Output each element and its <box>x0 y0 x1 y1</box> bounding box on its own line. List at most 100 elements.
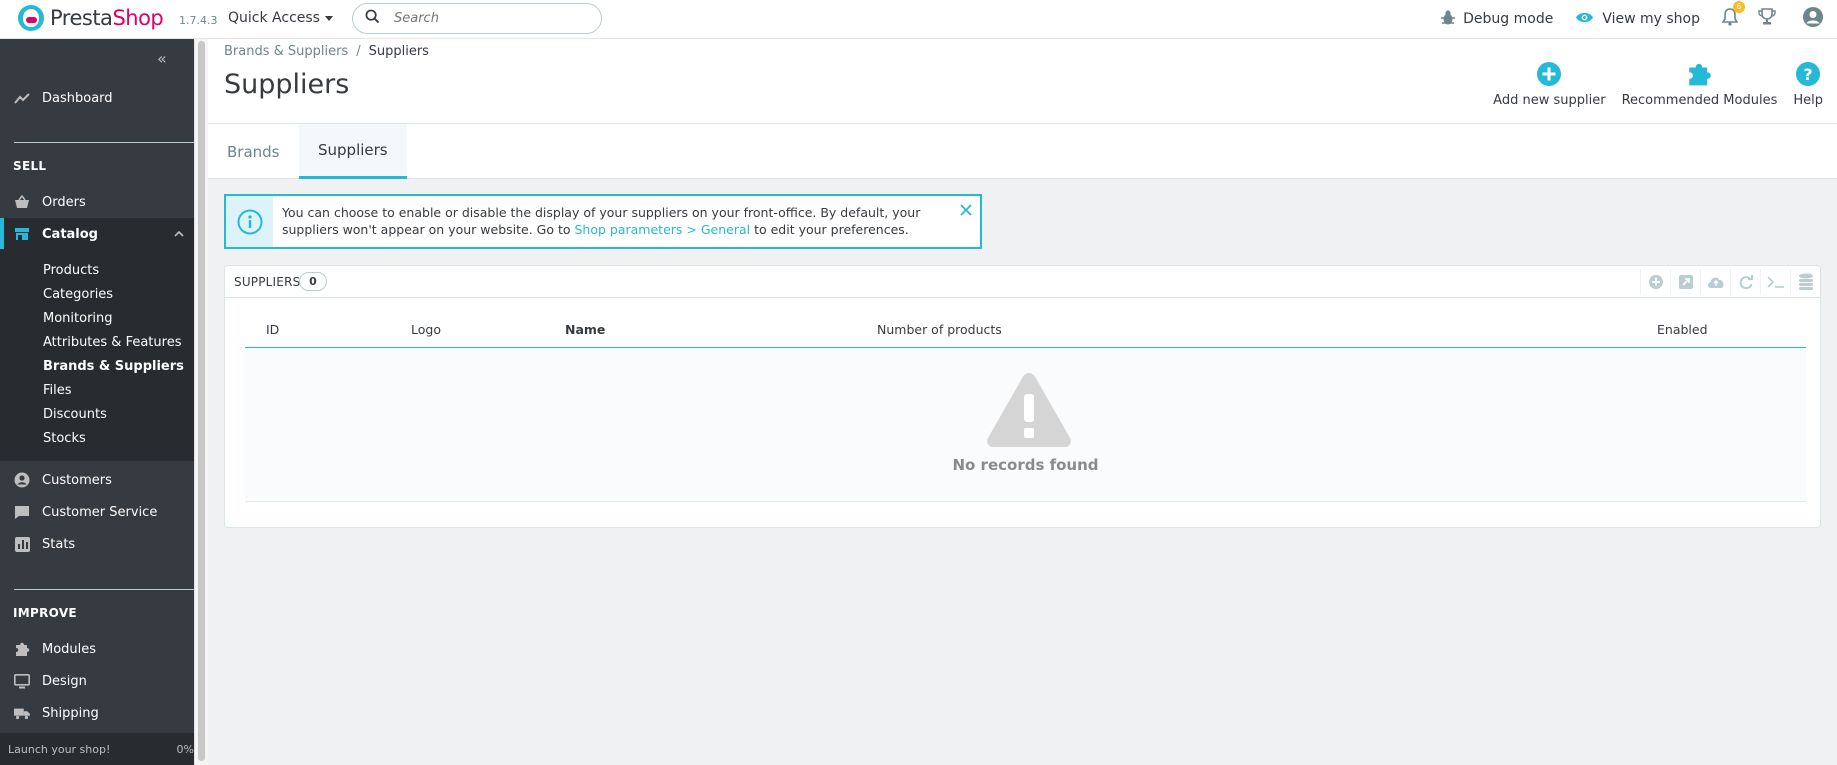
truck-icon <box>14 705 30 721</box>
notifications-button[interactable]: 6 <box>1721 1 1745 30</box>
sidebar-item-stats[interactable]: Stats <box>0 528 194 560</box>
collapse-sidebar-icon[interactable]: « <box>157 49 167 68</box>
help-circle-icon: ? <box>1795 61 1821 87</box>
breadcrumb-separator: / <box>356 44 361 59</box>
submenu-item-brands-suppliers[interactable]: Brands & Suppliers <box>43 359 184 374</box>
page-toolbar: Add new supplier Recommended Modules ? H… <box>1493 61 1837 108</box>
alert-message: You can choose to enable or disable the … <box>273 196 943 247</box>
sidebar-item-orders[interactable]: Orders <box>0 186 194 218</box>
header-right: Debug mode View my shop 6 <box>1441 0 1837 38</box>
view-shop-link[interactable]: View my shop <box>1575 11 1700 28</box>
section-title-sell: SELL <box>13 159 47 173</box>
sidebar-item-shipping[interactable]: Shipping <box>0 697 194 729</box>
search-input[interactable] <box>394 11 574 26</box>
sidebar-item-customer-service[interactable]: Customer Service <box>0 496 194 528</box>
sidebar-item-modules[interactable]: Modules <box>0 633 194 665</box>
chevron-up-icon[interactable] <box>174 226 184 240</box>
table-header: ID Logo Name Number of products Enabled <box>245 308 1806 348</box>
column-header-name[interactable]: Name <box>565 322 605 337</box>
sidebar-item-label: Modules <box>42 641 97 657</box>
suppliers-count-badge: 0 <box>299 272 327 291</box>
launch-shop-percent: 0% <box>176 743 194 756</box>
breadcrumb-parent-link[interactable]: Brands & Suppliers <box>224 44 348 59</box>
top-header: PrestaShop 1.7.4.3 Quick Access Debug mo… <box>0 0 1837 39</box>
submenu-item-products[interactable]: Products <box>43 263 99 278</box>
sidebar-item-label: Stats <box>42 536 76 552</box>
trophy-icon <box>1758 8 1776 30</box>
logo-text: PrestaShop <box>50 6 164 30</box>
cloud-upload-icon[interactable] <box>1700 269 1730 295</box>
trophy-button[interactable] <box>1758 8 1776 30</box>
view-shop-label: View my shop <box>1602 11 1700 27</box>
sidebar-item-catalog[interactable]: Catalog <box>0 218 194 250</box>
store-icon <box>14 226 30 242</box>
scrollbar-thumb[interactable] <box>198 41 205 761</box>
user-circle-icon <box>14 472 30 488</box>
help-label: Help <box>1793 93 1823 108</box>
page-title: Suppliers <box>224 69 350 100</box>
catalog-submenu: Products Categories Monitoring Attribute… <box>0 249 194 461</box>
sidebar-item-label: Design <box>42 673 87 689</box>
add-new-supplier-label: Add new supplier <box>1493 93 1606 108</box>
bug-icon <box>1441 10 1456 29</box>
svg-text:?: ? <box>1804 65 1813 84</box>
submenu-item-files[interactable]: Files <box>43 383 72 398</box>
puzzle-icon <box>1686 61 1712 87</box>
basket-icon <box>14 194 30 210</box>
sidebar-item-dashboard[interactable]: Dashboard <box>0 82 194 114</box>
search-box[interactable] <box>352 3 602 34</box>
version-label: 1.7.4.3 <box>179 14 218 27</box>
submenu-item-attributes[interactable]: Attributes & Features <box>43 335 181 350</box>
sidebar-divider <box>14 142 194 143</box>
sidebar-item-design[interactable]: Design <box>0 665 194 697</box>
column-header-products[interactable]: Number of products <box>877 322 1002 337</box>
column-header-enabled[interactable]: Enabled <box>1657 322 1708 337</box>
add-icon[interactable] <box>1640 269 1670 295</box>
submenu-item-monitoring[interactable]: Monitoring <box>43 311 113 326</box>
empty-records: No records found <box>245 348 1806 502</box>
export-icon[interactable] <box>1670 269 1700 295</box>
breadcrumb: Brands & Suppliers / Suppliers <box>224 44 429 59</box>
column-header-id[interactable]: ID <box>266 322 279 337</box>
tab-suppliers[interactable]: Suppliers <box>299 124 407 179</box>
info-alert: You can choose to enable or disable the … <box>224 194 982 249</box>
panel-heading: SUPPLIERS 0 <box>225 266 1820 298</box>
search-icon <box>365 9 380 28</box>
eye-icon <box>1575 11 1594 28</box>
no-records-text: No records found <box>952 456 1099 474</box>
submenu-item-stocks[interactable]: Stocks <box>43 431 86 446</box>
tabs-bar: Brands Suppliers <box>208 124 1837 179</box>
sidebar-divider <box>14 589 194 590</box>
notification-count-badge: 6 <box>1733 1 1745 13</box>
puffin-logo-icon <box>18 5 44 31</box>
sidebar-item-label: Orders <box>42 194 86 210</box>
account-button[interactable] <box>1802 6 1824 32</box>
column-header-logo: Logo <box>411 322 441 337</box>
add-new-supplier-button[interactable]: Add new supplier <box>1493 61 1606 108</box>
recommended-modules-button[interactable]: Recommended Modules <box>1622 61 1777 108</box>
puzzle-icon <box>14 641 30 657</box>
quick-access-dropdown[interactable]: Quick Access <box>228 10 333 26</box>
refresh-icon[interactable] <box>1730 269 1760 295</box>
sidebar: « Dashboard SELL Orders Catalog Products… <box>0 39 194 765</box>
alert-text-after: to edit your preferences. <box>750 222 909 237</box>
sidebar-item-customers[interactable]: Customers <box>0 464 194 496</box>
launch-shop-progress[interactable]: Launch your shop! 0% <box>0 733 194 765</box>
chevron-down-icon <box>324 15 333 21</box>
breadcrumb-current: Suppliers <box>368 44 429 59</box>
quick-access-label: Quick Access <box>228 10 320 26</box>
close-icon[interactable] <box>960 201 972 220</box>
shop-parameters-link[interactable]: Shop parameters > General <box>575 222 751 237</box>
submenu-item-categories[interactable]: Categories <box>43 287 113 302</box>
warning-icon <box>985 370 1073 454</box>
debug-mode-link[interactable]: Debug mode <box>1441 10 1553 29</box>
tab-brands[interactable]: Brands <box>208 124 299 179</box>
prestashop-logo[interactable]: PrestaShop <box>18 5 164 31</box>
sql-query-icon[interactable] <box>1760 269 1790 295</box>
database-icon[interactable] <box>1790 269 1820 295</box>
monitor-icon <box>14 673 30 689</box>
trending-up-icon <box>14 90 30 106</box>
sidebar-scrollbar[interactable] <box>194 39 208 765</box>
submenu-item-discounts[interactable]: Discounts <box>43 407 107 422</box>
help-button[interactable]: ? Help <box>1793 61 1823 108</box>
